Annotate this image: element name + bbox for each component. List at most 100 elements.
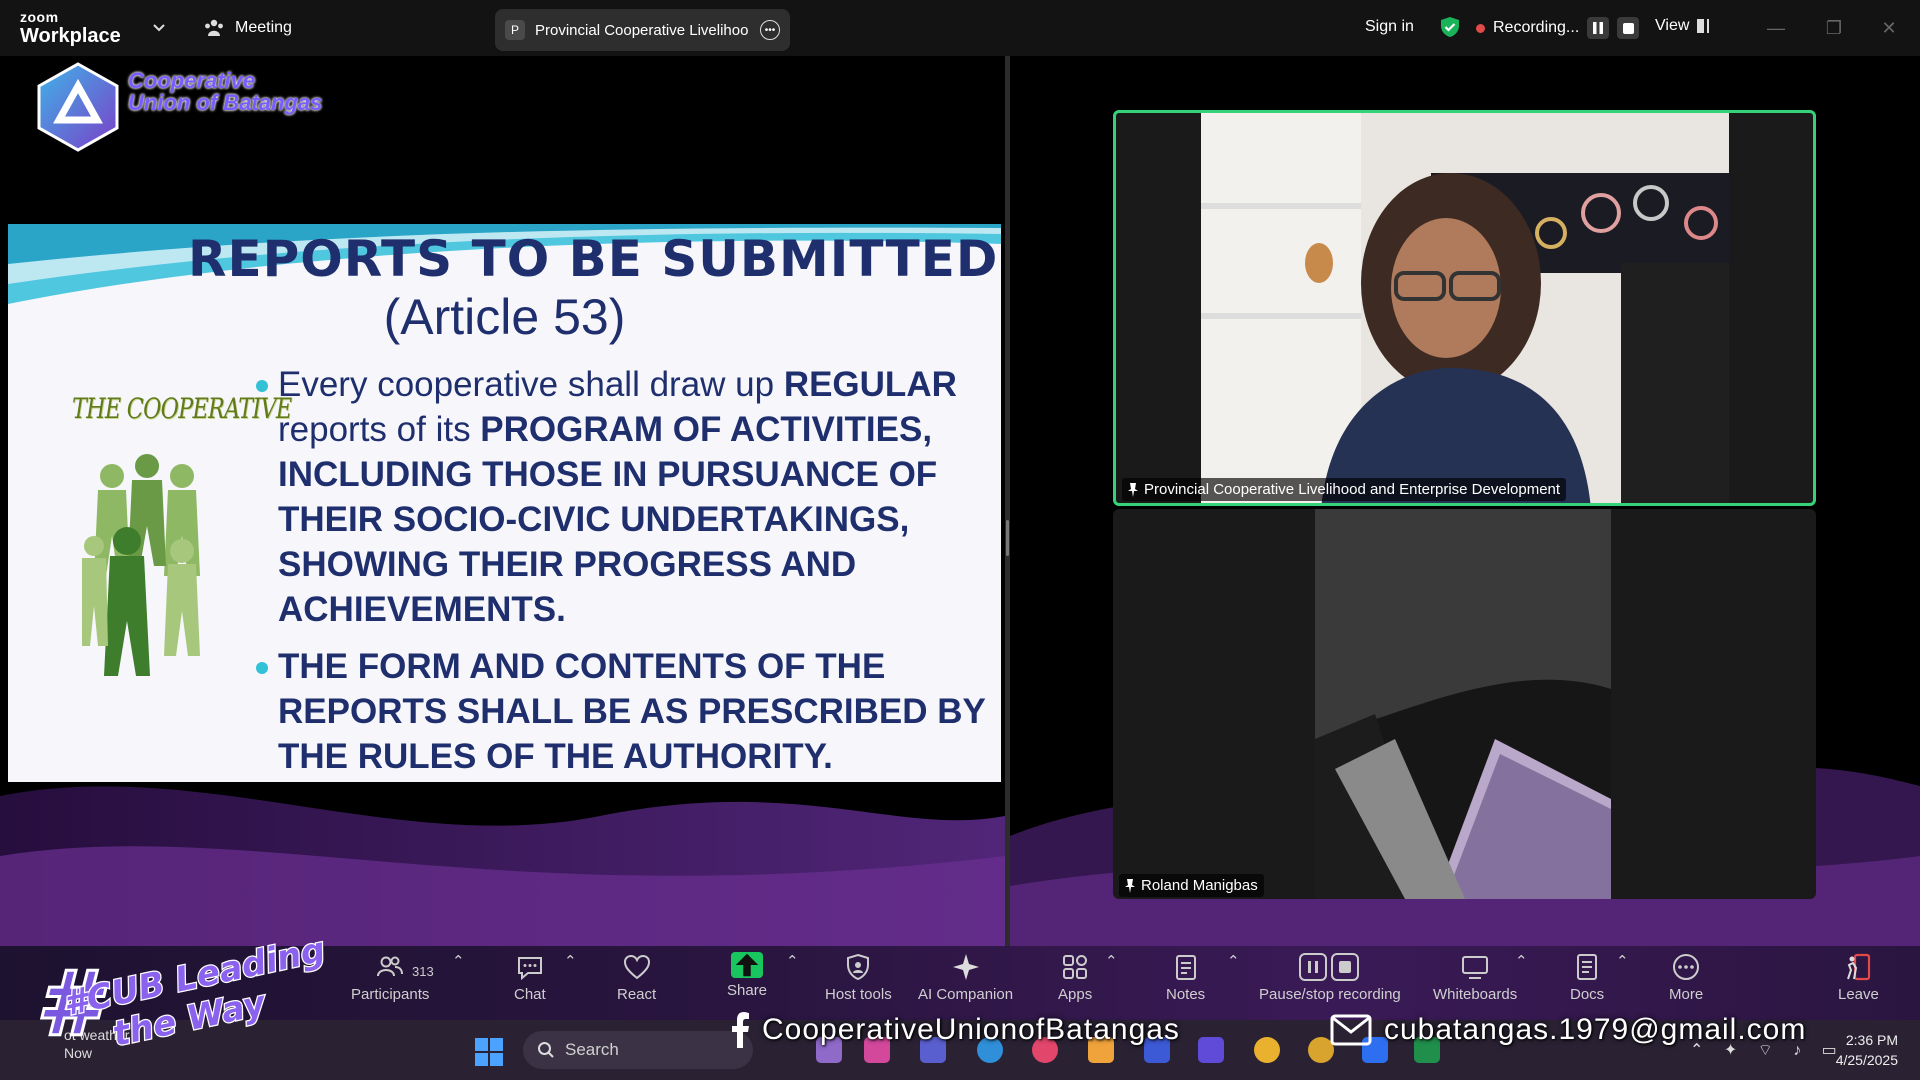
docs-icon <box>1577 954 1598 980</box>
docs-caret-icon[interactable]: ⌃ <box>1616 952 1629 970</box>
participant-name: Provincial Cooperative Livelihood and En… <box>1144 481 1561 498</box>
react-button[interactable]: React <box>617 952 656 1003</box>
taskbar-clock[interactable]: 2:36 PM 4/25/2025 <box>1818 1030 1898 1070</box>
notes-button[interactable]: Notes <box>1166 952 1205 1003</box>
apps-caret-icon[interactable]: ⌃ <box>1105 952 1118 970</box>
sparkle-icon <box>952 954 979 980</box>
ai-companion-button[interactable]: AI Companion <box>918 952 1013 1003</box>
video-gallery: Provincial Cooperative Livelihood and En… <box>1010 56 1920 946</box>
notes-caret-icon[interactable]: ⌃ <box>1227 952 1240 970</box>
meeting-menu[interactable]: Meeting <box>203 17 292 39</box>
whiteboards-label: Whiteboards <box>1433 986 1518 1003</box>
participants-icon <box>377 956 404 977</box>
brand-large: Workplace <box>20 25 121 47</box>
participant-video-feed <box>1315 509 1611 899</box>
apps-icon <box>1063 955 1088 979</box>
heart-icon <box>623 954 650 980</box>
bullet-dot-icon <box>256 662 268 674</box>
react-label: React <box>617 986 657 1003</box>
docs-label: Docs <box>1570 986 1605 1003</box>
leave-label: Leave <box>1838 986 1879 1003</box>
shared-screen: Cooperative Union of Batangas REPORTS TO… <box>0 56 1005 946</box>
windows-start-icon[interactable] <box>474 1037 504 1067</box>
view-label: View <box>1655 17 1690 34</box>
pause-icon <box>1593 22 1604 34</box>
email-text: cubatangas.1979@gmail.com <box>1384 1013 1807 1046</box>
clock-time: 2:36 PM <box>1845 1032 1898 1048</box>
participant-name: Roland Manigbas <box>1141 877 1258 894</box>
host-tools-label: Host tools <box>825 986 892 1003</box>
email-contact: cubatangas.1979@gmail.com <box>1330 1012 1806 1048</box>
cub-logo <box>37 62 119 152</box>
clock-date: 4/25/2025 <box>1835 1052 1898 1068</box>
speaker-video-feed <box>1201 113 1729 503</box>
meeting-tab[interactable]: P Provincial Cooperative Livelihoo ••• <box>495 9 790 51</box>
people-circle-illustration <box>82 454 200 676</box>
ai-companion-label: AI Companion <box>918 986 1014 1003</box>
pause-recording-button[interactable] <box>1587 17 1610 39</box>
recording-indicator: Recording... <box>1476 17 1640 39</box>
video-tile-active-speaker[interactable]: Provincial Cooperative Livelihood and En… <box>1113 110 1816 506</box>
splitter-handle[interactable] <box>1006 520 1009 556</box>
participant-name-tag: Provincial Cooperative Livelihood and En… <box>1122 478 1567 501</box>
taskbar-app-icon[interactable] <box>1198 1037 1224 1063</box>
share-button[interactable]: Share <box>727 952 767 999</box>
email-icon <box>1330 1014 1372 1046</box>
shield-icon <box>847 953 870 981</box>
pause-stop-label: Pause/stop recording <box>1259 986 1401 1003</box>
pin-icon <box>1125 878 1135 893</box>
view-layout-icon <box>1697 19 1710 33</box>
title-bar: zoom Workplace Meeting P Provincial Coop… <box>0 0 1920 56</box>
chevron-down-icon[interactable] <box>150 18 168 36</box>
chat-button[interactable]: Chat <box>514 952 546 1003</box>
recording-dot-icon <box>1476 23 1485 33</box>
minimize-button[interactable]: — <box>1762 14 1790 42</box>
share-caret-icon[interactable]: ⌃ <box>786 952 799 970</box>
meeting-icon <box>205 19 223 36</box>
bullet-item: THE FORM AND CONTENTS OF THE REPORTS SHA… <box>256 644 996 779</box>
pin-icon <box>1128 482 1138 497</box>
restore-button[interactable]: ❐ <box>1820 14 1848 42</box>
more-button[interactable]: More <box>1669 952 1703 1003</box>
more-options-icon[interactable]: ••• <box>760 20 780 40</box>
sign-in-link[interactable]: Sign in <box>1365 18 1414 36</box>
participant-name-tag: Roland Manigbas <box>1119 874 1264 897</box>
security-shield-icon[interactable] <box>1438 15 1462 39</box>
video-tile-participant[interactable]: Roland Manigbas <box>1113 509 1816 899</box>
more-icon <box>1673 954 1700 980</box>
whiteboards-caret-icon[interactable]: ⌃ <box>1515 952 1528 970</box>
org-name-line1: Cooperative <box>128 68 256 93</box>
leave-icon <box>1847 953 1871 981</box>
org-name: Cooperative Union of Batangas <box>128 70 322 114</box>
org-name-line2: Union of Batangas <box>128 90 323 115</box>
whiteboards-button[interactable]: Whiteboards <box>1433 952 1517 1003</box>
leave-button[interactable]: Leave <box>1838 952 1879 1003</box>
slide-bullets: Every cooperative shall draw up REGULAR … <box>256 362 996 782</box>
slide-subtitle: (Article 53) <box>383 289 626 345</box>
docs-button[interactable]: Docs <box>1570 952 1604 1003</box>
share-label: Share <box>727 982 768 999</box>
facebook-handle: CooperativeUnionofBatangas <box>730 1012 1180 1048</box>
share-screen-icon <box>731 952 764 978</box>
stop-icon <box>1622 22 1634 34</box>
bullet-dot-icon <box>256 380 268 392</box>
apps-button[interactable]: Apps <box>1058 952 1092 1003</box>
participants-caret-icon[interactable]: ⌃ <box>452 952 465 970</box>
chat-label: Chat <box>514 986 546 1003</box>
bullet-item: Every cooperative shall draw up REGULAR … <box>256 362 996 632</box>
chat-icon <box>517 957 542 981</box>
stop-recording-button[interactable] <box>1617 17 1640 39</box>
chat-caret-icon[interactable]: ⌃ <box>564 952 577 970</box>
taskbar-search[interactable]: Search <box>523 1031 753 1069</box>
tab-title: Provincial Cooperative Livelihoo <box>535 21 749 39</box>
facebook-text: CooperativeUnionofBatangas <box>762 1013 1180 1046</box>
more-label: More <box>1669 986 1704 1003</box>
close-button[interactable]: ✕ <box>1875 14 1903 42</box>
chrome-icon[interactable] <box>1254 1037 1280 1063</box>
host-tools-button[interactable]: Host tools <box>825 952 892 1003</box>
search-label: Search <box>565 1040 619 1059</box>
meeting-label: Meeting <box>235 19 292 36</box>
view-menu[interactable]: View <box>1655 17 1710 35</box>
pause-stop-recording-button[interactable]: Pause/stop recording <box>1259 952 1401 1003</box>
participants-count: 313 <box>412 964 434 979</box>
